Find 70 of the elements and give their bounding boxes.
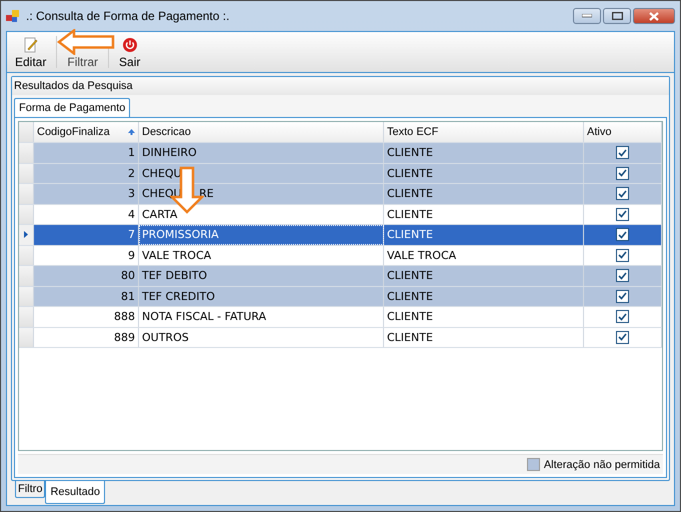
table-cell: DINHEIRO [139, 143, 384, 162]
table-cell: NOTA FISCAL - FATURA [139, 307, 384, 326]
table-cell: 81 [34, 286, 139, 306]
table-cell: 9 [34, 246, 139, 265]
close-icon [649, 12, 659, 20]
legend-swatch [526, 458, 540, 471]
table-cell: CLIENTE [384, 307, 584, 326]
table-cell: 2 [34, 164, 139, 183]
checkbox[interactable] [616, 208, 629, 221]
table-cell: TEF DEBITO [139, 266, 384, 286]
table-row[interactable]: 7 PROMISSORIA CLIENTE [19, 225, 662, 246]
toolbar-button[interactable]: Sair [115, 37, 144, 72]
pencil-icon [24, 37, 38, 53]
app-icon [6, 9, 20, 23]
checkbox[interactable] [616, 269, 629, 282]
window-title: .: Consulta de Forma de Pagamento :. [26, 9, 230, 23]
table-cell: CLIENTE [384, 328, 584, 347]
power-icon [122, 37, 138, 53]
table-cell: 3 [34, 184, 139, 204]
table-row[interactable]: 2 CHEQU CLIENTE [19, 164, 662, 184]
group-title: Resultados da Pesquisa [12, 77, 669, 95]
table-cell: CLIENTE [384, 204, 584, 224]
arrow-icon [57, 29, 115, 55]
table-cell: 1 [34, 143, 139, 162]
toolbar-button[interactable]: Editar [11, 37, 50, 72]
tab[interactable]: Resultado [45, 481, 105, 504]
table-cell: TEF CREDITO [139, 286, 384, 306]
table-cell: CLIENTE [384, 164, 584, 183]
table-cell: 7 [34, 225, 139, 244]
minimize-button[interactable] [573, 8, 601, 24]
column-header[interactable]: CodigoFinaliza [34, 122, 139, 142]
maximize-icon [612, 12, 622, 20]
legend-label: Alteração não permitida [544, 458, 660, 470]
table-cell: PROMISSORIA [139, 225, 384, 244]
row-header[interactable] [19, 225, 34, 244]
maximize-button[interactable] [603, 8, 631, 24]
checkbox[interactable] [616, 310, 629, 324]
checkbox[interactable] [616, 228, 629, 242]
table-cell: CLIENTE [384, 266, 584, 286]
checkbox[interactable] [616, 330, 629, 344]
checkbox[interactable] [616, 187, 629, 200]
table-row[interactable]: 1 DINHEIRO CLIENTE [19, 143, 662, 164]
table-row[interactable]: 81 TEF CREDITO CLIENTE [19, 286, 662, 307]
tab[interactable]: Filtro [15, 481, 46, 498]
table-cell: VALE TROCA [139, 246, 384, 265]
table-row[interactable]: 888 NOTA FISCAL - FATURA CLIENTE [19, 307, 662, 328]
column-header[interactable]: Ativo [584, 122, 662, 142]
table-cell: CLIENTE [384, 225, 584, 244]
column-header[interactable]: Texto ECF [384, 122, 584, 142]
table-cell: 4 [34, 204, 139, 224]
minimize-icon [582, 14, 592, 18]
close-button[interactable] [633, 8, 675, 24]
table-cell: OUTROS [139, 328, 384, 347]
checkbox[interactable] [616, 248, 629, 262]
table-cell: 80 [34, 266, 139, 286]
sort-ascending-icon [128, 129, 135, 135]
table-cell: CLIENTE [384, 143, 584, 162]
checkbox[interactable] [616, 290, 629, 303]
table-row[interactable]: 889 OUTROS CLIENTE [19, 328, 662, 348]
table-cell: CLIENTE [384, 184, 584, 204]
column-header[interactable]: Descricao [139, 122, 384, 142]
table-cell: 888 [34, 307, 139, 326]
table-row[interactable]: 80 TEF DEBITO CLIENTE [19, 266, 662, 286]
table-cell: CLIENTE [384, 286, 584, 306]
checkbox[interactable] [616, 146, 629, 160]
table-cell: VALE TROCA [384, 246, 584, 265]
table-cell: 889 [34, 328, 139, 347]
checkbox[interactable] [616, 166, 629, 180]
tab[interactable]: Forma de Pagamento [14, 98, 130, 117]
current-row-icon [24, 231, 28, 238]
